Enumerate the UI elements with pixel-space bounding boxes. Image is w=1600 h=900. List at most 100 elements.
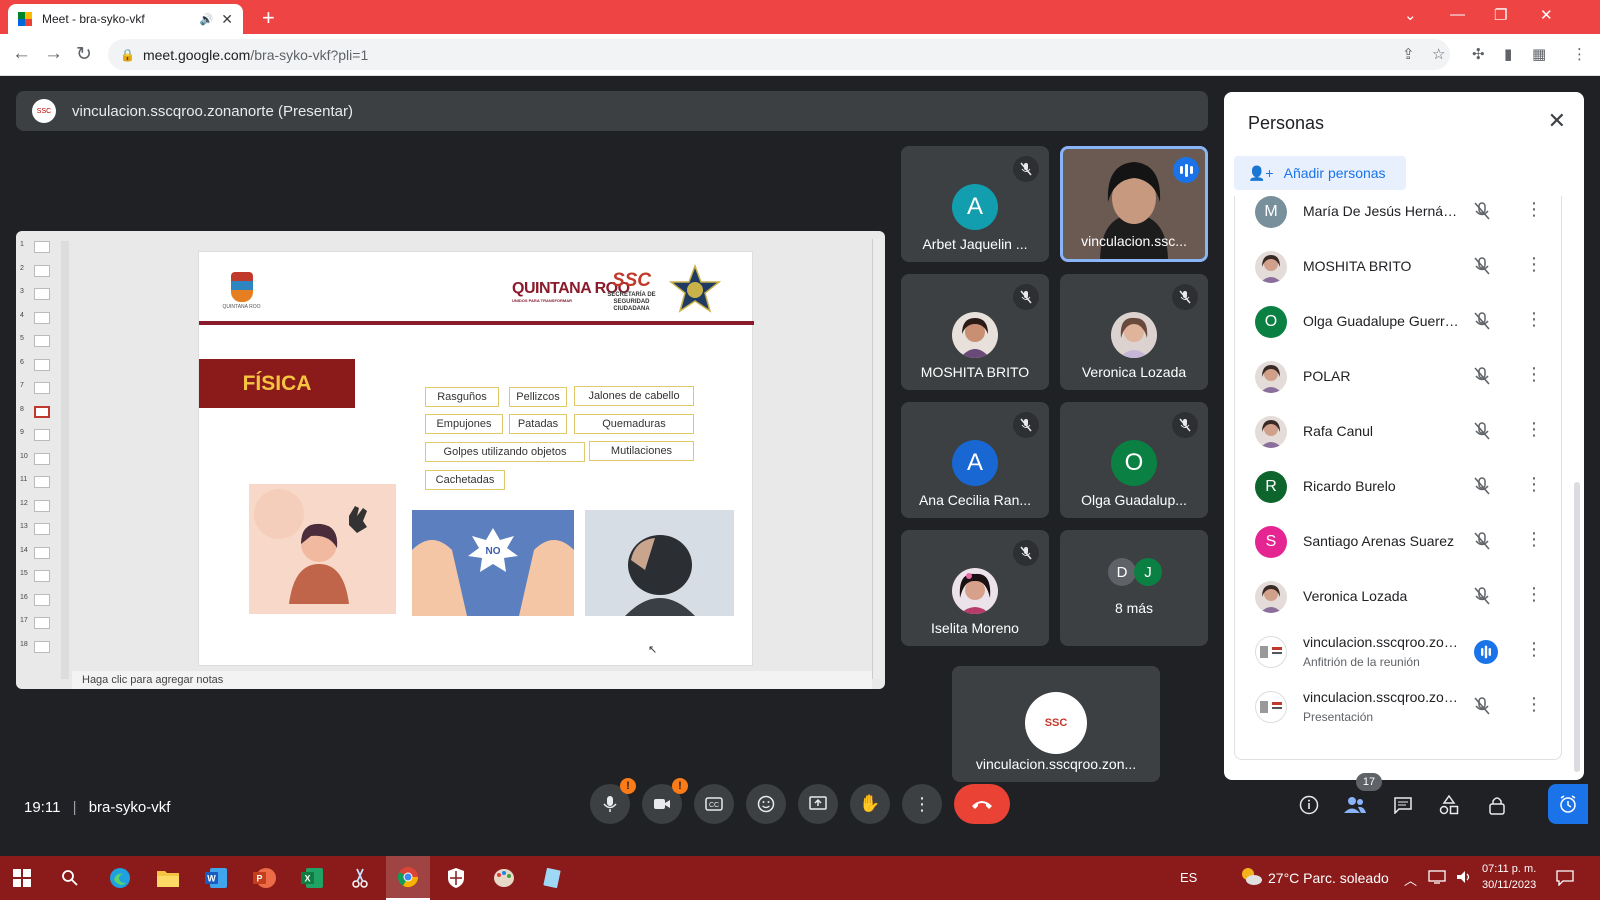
participant-tile[interactable]: Veronica Lozada (1060, 274, 1208, 390)
search-button[interactable] (48, 856, 92, 900)
chat-button[interactable] (1388, 790, 1418, 820)
participant-tile[interactable]: MOSHITA BRITO (901, 274, 1049, 390)
mic-off-icon[interactable] (1473, 696, 1491, 721)
more-vert-icon[interactable]: ⋮ (1525, 199, 1543, 220)
notes-field[interactable]: Haga clic para agregar notas (72, 671, 872, 689)
excel-app[interactable]: X (290, 856, 334, 900)
mic-off-icon[interactable] (1473, 201, 1491, 226)
participant-row[interactable]: vinculacion.sscqroo.zon... Anfitrión de l… (1235, 624, 1561, 680)
extensions-icon[interactable]: ✣ (1472, 45, 1485, 63)
label-golpes: Golpes utilizando objetos (425, 442, 585, 462)
participant-row[interactable]: R Ricardo Burelo ⋮ (1235, 459, 1561, 515)
word-app[interactable]: W (194, 856, 238, 900)
mic-off-icon (1013, 412, 1039, 438)
tray-chevron-icon[interactable]: ︿ (1404, 870, 1417, 889)
participant-tile[interactable]: O Olga Guadalup... (1060, 402, 1208, 518)
participant-row[interactable]: POLAR ⋮ (1235, 349, 1561, 405)
mic-off-icon[interactable] (1473, 421, 1491, 446)
slide-number: 17 (20, 617, 28, 624)
new-tab-button[interactable]: + (262, 5, 275, 31)
activities-button[interactable] (1434, 790, 1464, 820)
browser-menu-icon[interactable]: ⋮ (1572, 45, 1587, 63)
chrome-app[interactable] (386, 856, 430, 900)
reactions-button[interactable] (746, 784, 786, 824)
mic-off-icon[interactable] (1473, 311, 1491, 336)
notepad-app[interactable] (530, 856, 574, 900)
input-language[interactable]: ES (1180, 870, 1197, 885)
participant-tile[interactable]: A Arbet Jaquelin ... (901, 146, 1049, 262)
start-button[interactable] (0, 856, 44, 900)
timer-button[interactable] (1548, 784, 1588, 824)
edge-app[interactable] (98, 856, 142, 900)
network-icon[interactable] (1428, 870, 1446, 887)
mic-off-icon[interactable] (1473, 586, 1491, 611)
security-app[interactable] (434, 856, 478, 900)
participant-row[interactable]: O Olga Guadalupe Guerre... ⋮ (1235, 294, 1561, 350)
thumbnail-scrollbar[interactable] (61, 241, 69, 679)
bookmark-star-icon[interactable]: ☆ (1432, 45, 1445, 63)
weather-icon[interactable] (1240, 866, 1262, 889)
more-vert-icon[interactable]: ⋮ (1525, 474, 1543, 495)
more-vert-icon[interactable]: ⋮ (1525, 419, 1543, 440)
participant-row[interactable]: vinculacion.sscqroo.zon... Presentación ⋮ (1235, 679, 1561, 735)
participant-row[interactable]: Veronica Lozada ⋮ (1235, 569, 1561, 625)
speaker-icon[interactable]: 🔊 (200, 13, 214, 26)
restore-button[interactable]: ❐ (1494, 6, 1507, 24)
meeting-details-button[interactable] (1294, 790, 1324, 820)
powerpoint-app[interactable]: P (242, 856, 286, 900)
more-participants-tile[interactable]: D J 8 más (1060, 530, 1208, 646)
self-tile[interactable]: SSC vinculacion.sscqroo.zon... (952, 666, 1160, 782)
browser-tab-meet[interactable]: Meet - bra-syko-vkf 🔊 ✕ (8, 4, 243, 34)
notifications-icon[interactable] (1556, 870, 1574, 889)
add-people-button[interactable]: 👤+ Añadir personas (1234, 156, 1406, 190)
more-vert-icon[interactable]: ⋮ (1525, 639, 1543, 660)
side-panel-icon[interactable]: ▮ (1504, 45, 1512, 63)
microphone-button[interactable]: ! (590, 778, 636, 824)
raise-hand-button[interactable]: ✋ (850, 784, 890, 824)
present-button[interactable] (798, 784, 838, 824)
more-options-button[interactable]: ⋮ (902, 784, 942, 824)
mic-off-icon[interactable] (1473, 256, 1491, 281)
mic-off-icon[interactable] (1473, 476, 1491, 501)
participant-tile[interactable]: Iselita Moreno (901, 530, 1049, 646)
profile-icon[interactable]: ▦ (1532, 45, 1546, 63)
more-vert-icon[interactable]: ⋮ (1525, 254, 1543, 275)
volume-icon[interactable] (1456, 870, 1472, 887)
forward-icon[interactable]: → (44, 43, 63, 65)
participant-row[interactable]: MOSHITA BRITO ⋮ (1235, 239, 1561, 295)
participant-tile-active-speaker[interactable]: vinculacion.ssc... (1060, 146, 1208, 262)
host-controls-button[interactable] (1482, 790, 1512, 820)
more-vert-icon[interactable]: ⋮ (1525, 364, 1543, 385)
camera-button[interactable]: ! (642, 778, 688, 824)
close-icon[interactable]: ✕ (1548, 108, 1566, 134)
participant-row[interactable]: S Santiago Arenas Suarez ⋮ (1235, 514, 1561, 570)
participant-tile[interactable]: A Ana Cecilia Ran... (901, 402, 1049, 518)
back-icon[interactable]: ← (12, 43, 31, 65)
captions-button[interactable]: CC (694, 784, 734, 824)
file-explorer-app[interactable] (146, 856, 190, 900)
minimize-button[interactable]: — (1450, 6, 1465, 23)
close-window-button[interactable]: ✕ (1540, 6, 1553, 24)
speaking-indicator-icon[interactable] (1473, 639, 1499, 670)
share-icon[interactable]: ⇪ (1402, 45, 1415, 63)
panel-scrollbar[interactable] (1574, 482, 1580, 772)
more-vert-icon[interactable]: ⋮ (1525, 584, 1543, 605)
tab-search-icon[interactable]: ⌄ (1404, 6, 1417, 24)
close-tab-icon[interactable]: ✕ (221, 11, 233, 28)
participant-row[interactable]: Rafa Canul ⋮ (1235, 404, 1561, 460)
more-vert-icon[interactable]: ⋮ (1525, 529, 1543, 550)
address-bar[interactable]: 🔒 meet.google.com/bra-syko-vkf?pli=1 (108, 39, 1450, 70)
paint-app[interactable] (482, 856, 526, 900)
taskbar-clock[interactable]: 07:11 p. m. 30/11/2023 (1482, 861, 1536, 893)
participant-row[interactable]: M María De Jesús Hernánd... ⋮ (1235, 196, 1561, 240)
weather-text[interactable]: 27°C Parc. soleado (1268, 870, 1389, 886)
snipping-tool-app[interactable] (338, 856, 382, 900)
mic-off-icon[interactable] (1473, 531, 1491, 556)
more-vert-icon[interactable]: ⋮ (1525, 694, 1543, 715)
slide-scrollbar[interactable] (872, 239, 882, 679)
mic-off-icon[interactable] (1473, 366, 1491, 391)
people-button[interactable] (1340, 790, 1370, 820)
leave-call-button[interactable] (954, 784, 1010, 824)
reload-icon[interactable]: ↻ (76, 43, 92, 66)
more-vert-icon[interactable]: ⋮ (1525, 309, 1543, 330)
